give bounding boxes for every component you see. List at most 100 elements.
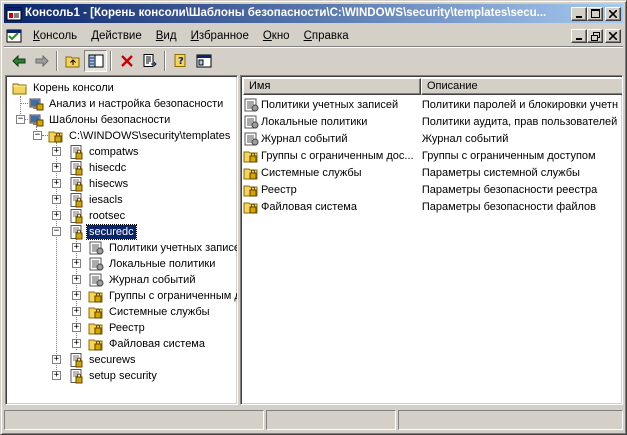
menu-view[interactable]: Вид: [149, 27, 184, 45]
tree-node-registry[interactable]: Реестр: [88, 320, 147, 336]
tree-node-system-services[interactable]: Системные службы: [88, 304, 212, 320]
child-minimize-button[interactable]: [571, 29, 587, 43]
list-item[interactable]: Файловая система Параметры безопасности …: [243, 198, 622, 215]
collapse-toggle[interactable]: −: [33, 131, 42, 140]
toolbar-separator: [110, 51, 112, 71]
expand-toggle[interactable]: +: [72, 323, 81, 332]
tree-node-rootsec[interactable]: rootsec: [68, 208, 127, 224]
delete-button[interactable]: [115, 50, 138, 72]
collapse-toggle[interactable]: −: [16, 115, 25, 124]
back-button[interactable]: [7, 50, 30, 72]
tree-node-console-root[interactable]: Корень консоли: [12, 80, 116, 96]
folder-lock-icon: [243, 199, 259, 215]
mmc-app-icon[interactable]: [6, 6, 22, 22]
expand-toggle[interactable]: +: [72, 291, 81, 300]
window-title: Консоль1 - [Корень консоли\Шаблоны безоп…: [25, 7, 547, 19]
menu-console[interactable]: Консоль: [26, 27, 84, 45]
template-icon: [68, 368, 84, 384]
menu-window[interactable]: Окно: [256, 27, 297, 45]
help-icon: ?: [174, 54, 185, 67]
template-icon: [68, 224, 84, 240]
maximize-icon: [590, 9, 600, 18]
minimize-button[interactable]: [571, 6, 587, 21]
expand-toggle[interactable]: +: [52, 371, 61, 380]
expand-toggle[interactable]: +: [72, 259, 81, 268]
expand-toggle[interactable]: +: [52, 195, 61, 204]
list-item[interactable]: Группы с ограниченным дос... Группы с ог…: [243, 147, 622, 164]
export-list-button[interactable]: [138, 50, 161, 72]
template-icon: [68, 352, 84, 368]
tree-node-event-log[interactable]: Журнал событий: [88, 272, 197, 288]
tree-node-file-system[interactable]: Файловая система: [88, 336, 207, 352]
help-button[interactable]: ?: [169, 50, 192, 72]
show-hide-tree-button[interactable]: [84, 50, 107, 72]
folder-lock-icon: [88, 288, 104, 304]
policy-icon: [243, 114, 259, 130]
list-item[interactable]: Локальные политики Политики аудита, прав…: [243, 113, 622, 130]
child-close-button[interactable]: [605, 29, 621, 43]
expand-toggle[interactable]: +: [52, 355, 61, 364]
title-bar[interactable]: Консоль1 - [Корень консоли\Шаблоны безоп…: [4, 4, 623, 23]
tree-node-compatws[interactable]: compatws: [68, 144, 141, 160]
list-item[interactable]: Реестр Параметры безопасности реестра: [243, 181, 622, 198]
tree-node-security-templates[interactable]: Шаблоны безопасности: [28, 112, 172, 128]
folder-lock-icon: [88, 304, 104, 320]
console-tree: Корень консоли Анализ и настройка безопа…: [8, 78, 237, 404]
tree-node-account-policies[interactable]: Политики учетных записей: [88, 240, 237, 256]
tree-node-securedc[interactable]: securedc: [68, 224, 137, 240]
expand-toggle[interactable]: +: [72, 275, 81, 284]
console-tree-button[interactable]: [192, 50, 215, 72]
expand-toggle[interactable]: +: [52, 147, 61, 156]
up-folder-icon: [65, 56, 79, 68]
policy-icon: [88, 272, 104, 288]
menu-favorites[interactable]: Избранное: [184, 27, 256, 45]
expand-toggle[interactable]: +: [52, 179, 61, 188]
tree-node-hisecdc[interactable]: hisecdc: [68, 160, 128, 176]
status-panel: [398, 410, 623, 430]
column-header-name[interactable]: Имя: [243, 78, 421, 95]
menu-action[interactable]: Действие: [84, 27, 149, 45]
tree-node-local-policies[interactable]: Локальные политики: [88, 256, 217, 272]
status-panel: [266, 410, 396, 430]
list-header: Имя Описание: [243, 78, 622, 95]
expand-toggle[interactable]: +: [72, 243, 81, 252]
tree-node-templates-path[interactable]: C:\WINDOWS\security\templates: [48, 128, 232, 144]
close-icon: [609, 9, 617, 18]
console-child-window-icon[interactable]: [6, 28, 22, 44]
tree-node-setup-security[interactable]: setup security: [68, 368, 159, 384]
expand-toggle[interactable]: +: [52, 211, 61, 220]
back-arrow-icon: [11, 54, 25, 68]
tree-node-restricted-groups[interactable]: Группы с ограниченным доступом: [88, 288, 237, 304]
template-icon: [68, 208, 84, 224]
column-header-description[interactable]: Описание: [421, 78, 622, 95]
child-restore-button[interactable]: [587, 29, 603, 43]
up-level-button[interactable]: [61, 50, 84, 72]
tree-node-iesacls[interactable]: iesacls: [68, 192, 125, 208]
policy-icon: [243, 97, 259, 113]
minimize-icon: [576, 38, 582, 40]
forward-button[interactable]: [30, 50, 53, 72]
list-item[interactable]: Системные службы Параметры системной слу…: [243, 164, 622, 181]
collapse-toggle[interactable]: −: [52, 227, 61, 236]
close-button[interactable]: [605, 6, 621, 21]
menu-help[interactable]: Справка: [297, 27, 356, 45]
delete-icon: [120, 55, 133, 67]
details-pane[interactable]: Имя Описание Политики учетных записей По…: [240, 75, 623, 405]
toolbar-separator: [164, 51, 166, 71]
console-tree-pane[interactable]: Корень консоли Анализ и настройка безопа…: [5, 75, 238, 405]
folder-lock-icon: [243, 182, 259, 198]
template-icon: [68, 160, 84, 176]
expand-toggle[interactable]: +: [72, 307, 81, 316]
expand-toggle[interactable]: +: [72, 339, 81, 348]
expand-toggle[interactable]: +: [52, 163, 61, 172]
tree-node-securews[interactable]: securews: [68, 352, 137, 368]
tree-node-hisecws[interactable]: hisecws: [68, 176, 130, 192]
maximize-button[interactable]: [587, 6, 603, 21]
toolbar-separator: [56, 51, 58, 71]
tree-node-security-analysis[interactable]: Анализ и настройка безопасности: [28, 96, 225, 112]
list-item[interactable]: Журнал событий Журнал событий: [243, 130, 622, 147]
list-item[interactable]: Политики учетных записей Политики пароле…: [243, 96, 622, 113]
close-icon: [609, 32, 617, 40]
policy-icon: [88, 256, 104, 272]
forward-arrow-icon: [35, 54, 49, 68]
